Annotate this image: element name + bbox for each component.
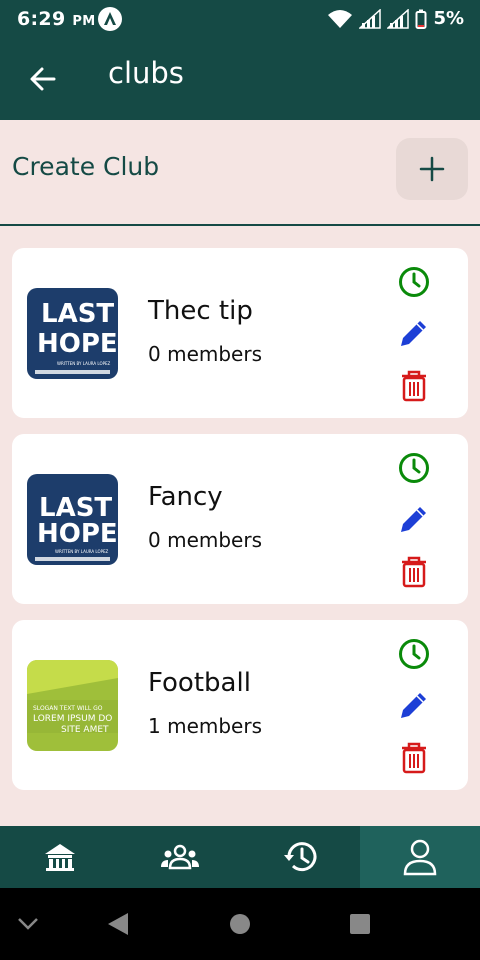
club-name: Thec tip xyxy=(148,296,253,326)
person-icon xyxy=(403,839,437,876)
system-recents-button[interactable] xyxy=(342,906,378,942)
back-button[interactable] xyxy=(28,64,58,94)
club-name: Football xyxy=(148,668,251,698)
svg-text:WRITTEN BY LAURA LOPEZ: WRITTEN BY LAURA LOPEZ xyxy=(55,549,109,554)
club-members: 0 members xyxy=(148,528,262,552)
club-card[interactable]: LAST HOPE WRITTEN BY LAURA LOPEZ Fancy 0… xyxy=(12,434,468,604)
trash-icon[interactable] xyxy=(397,369,431,403)
svg-text:SLOGAN TEXT WILL GO: SLOGAN TEXT WILL GO xyxy=(33,705,103,712)
svg-text:LOREM IPSUM DO: LOREM IPSUM DO xyxy=(33,714,112,724)
add-club-button[interactable] xyxy=(396,138,468,200)
page-title: clubs xyxy=(108,56,184,90)
wifi-icon xyxy=(328,9,353,28)
tab-home[interactable] xyxy=(0,826,120,888)
signal-icon-2 xyxy=(387,8,410,29)
svg-text:WRITTEN BY LAURA LOPEZ: WRITTEN BY LAURA LOPEZ xyxy=(57,361,111,366)
edit-pencil-icon[interactable] xyxy=(397,502,431,536)
clock-icon[interactable] xyxy=(397,637,431,671)
hide-keyboard-button[interactable] xyxy=(10,906,46,942)
status-icons: 5% xyxy=(327,8,464,29)
tab-profile[interactable] xyxy=(360,826,480,888)
clock-icon[interactable] xyxy=(397,265,431,299)
club-card[interactable]: SLOGAN TEXT WILL GO LOREM IPSUM DO SITE … xyxy=(12,620,468,790)
tab-history[interactable] xyxy=(240,826,360,888)
app-bar: clubs xyxy=(0,38,480,120)
system-back-button[interactable] xyxy=(100,906,136,942)
plus-icon xyxy=(419,156,445,182)
home-icon xyxy=(45,844,75,871)
club-thumbnail: SLOGAN TEXT WILL GO LOREM IPSUM DO SITE … xyxy=(27,660,118,751)
club-members: 0 members xyxy=(148,342,262,366)
edit-pencil-icon[interactable] xyxy=(397,688,431,722)
club-thumbnail: LAST HOPE WRITTEN BY LAURA LOPEZ xyxy=(27,474,118,565)
svg-text:HOPE: HOPE xyxy=(37,329,118,359)
tab-groups[interactable] xyxy=(120,826,240,888)
square-recents-icon xyxy=(350,914,370,934)
system-home-button[interactable] xyxy=(222,906,258,942)
history-icon xyxy=(284,842,317,872)
club-card[interactable]: LAST HOPE WRITTEN BY LAURA LOPEZ Thec ti… xyxy=(12,248,468,418)
system-navigation-bar xyxy=(0,888,480,960)
groups-icon xyxy=(161,844,199,870)
club-members: 1 members xyxy=(148,714,262,738)
svg-text:LAST: LAST xyxy=(41,299,114,329)
create-club-label: Create Club xyxy=(12,152,160,181)
create-club-row: Create Club xyxy=(0,120,480,226)
club-thumbnail: LAST HOPE WRITTEN BY LAURA LOPEZ xyxy=(27,288,118,379)
circle-home-icon xyxy=(230,914,250,934)
chevron-down-icon xyxy=(18,918,38,930)
notification-app-icon xyxy=(98,7,122,31)
club-name: Fancy xyxy=(148,482,223,512)
trash-icon[interactable] xyxy=(397,555,431,589)
triangle-back-icon xyxy=(108,913,128,935)
trash-icon[interactable] xyxy=(397,741,431,775)
bottom-navigation xyxy=(0,826,480,888)
signal-icon xyxy=(359,8,382,29)
svg-text:HOPE: HOPE xyxy=(37,519,118,549)
battery-icon xyxy=(415,9,427,29)
arrow-left-icon xyxy=(30,67,56,91)
battery-percent: 5% xyxy=(433,8,464,29)
status-time: 6:29 PM xyxy=(17,8,96,30)
svg-text:SITE AMET: SITE AMET xyxy=(61,725,109,735)
clock-icon[interactable] xyxy=(397,451,431,485)
status-bar: 6:29 PM 5% xyxy=(0,0,480,38)
edit-pencil-icon[interactable] xyxy=(397,316,431,350)
